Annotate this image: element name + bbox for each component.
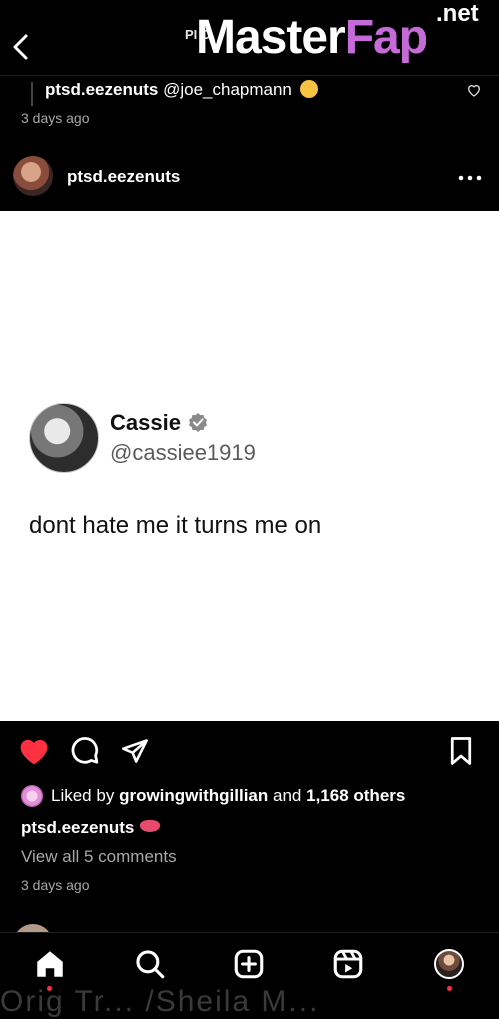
comment-icon[interactable]	[70, 736, 100, 766]
profile-tab[interactable]	[434, 949, 464, 979]
post-timestamp: 3 days ago	[21, 877, 90, 893]
post-actions	[0, 721, 499, 781]
chevron-left-icon[interactable]	[10, 32, 32, 62]
heart-outline-icon[interactable]	[466, 82, 482, 98]
lips-icon	[140, 820, 161, 832]
share-icon[interactable]	[120, 737, 150, 765]
watermark-logo: MasterFap	[196, 11, 428, 64]
search-icon[interactable]	[133, 947, 167, 981]
tweet-avatar	[29, 403, 99, 473]
comment-mention[interactable]: @joe_chapmann	[163, 80, 292, 99]
pensive-face-icon	[299, 80, 318, 98]
divider	[0, 75, 499, 76]
caption: ptsd.eezenuts	[21, 818, 161, 838]
watermark-tld: .net	[436, 0, 479, 27]
view-comments-link[interactable]: View all 5 comments	[21, 847, 177, 867]
caption-username[interactable]: ptsd.eezenuts	[21, 818, 134, 837]
profile-notification-dot	[447, 986, 452, 991]
comment-timestamp: 3 days ago	[21, 110, 90, 126]
tweet-name: Cassie	[110, 410, 181, 435]
comment-username[interactable]: ptsd.eezenuts	[45, 80, 158, 99]
verified-badge-icon	[189, 413, 207, 432]
avatar	[434, 949, 464, 979]
heart-filled-icon[interactable]	[18, 736, 50, 766]
likes-count: 1,168 others	[306, 786, 406, 805]
home-icon[interactable]	[33, 947, 67, 981]
avatar[interactable]	[13, 156, 53, 196]
tweet-text: dont hate me it turns me on	[29, 512, 322, 539]
liked-by-username: growingwithgillian	[119, 786, 269, 805]
create-icon[interactable]	[232, 947, 266, 981]
comment-text: ptsd.eezenuts @joe_chapmann	[45, 80, 318, 100]
liked-by-avatar[interactable]	[21, 785, 43, 807]
tweet-handle: @cassiee1919	[110, 440, 256, 465]
bookmark-icon[interactable]	[448, 736, 474, 766]
thread-line	[31, 82, 33, 106]
bottom-bleed-text: Orig Tr... /Sheila M...	[0, 985, 320, 1018]
more-dots-icon[interactable]	[458, 175, 482, 181]
liked-by-text[interactable]: Liked by growingwithgillian and 1,168 ot…	[51, 786, 405, 806]
reels-icon[interactable]	[331, 947, 365, 981]
post-username[interactable]: ptsd.eezenuts	[67, 167, 180, 187]
